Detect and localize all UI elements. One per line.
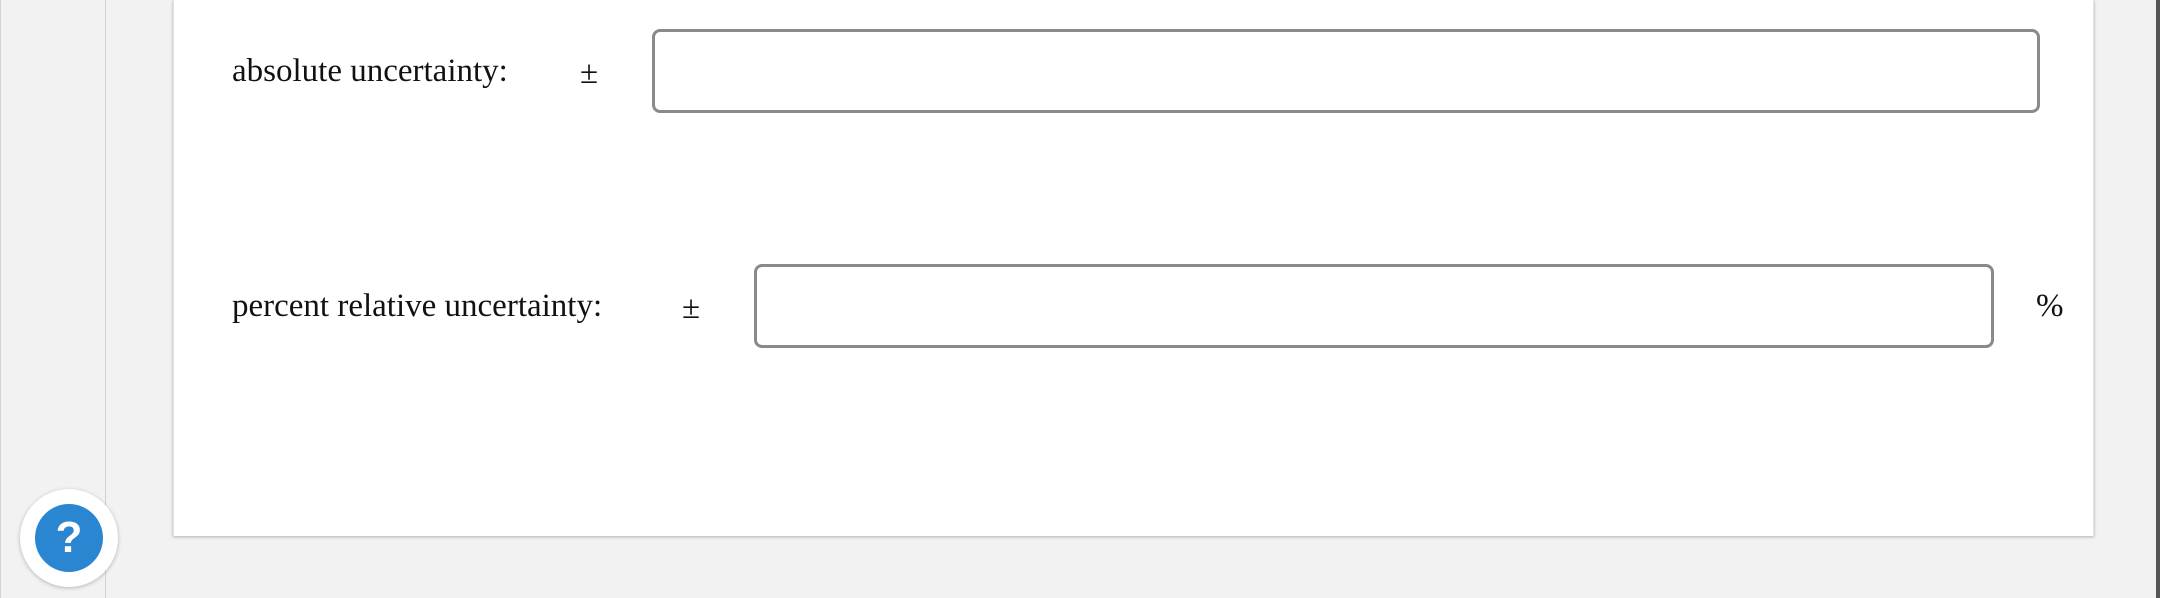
percent-uncertainty-input[interactable] bbox=[754, 264, 1994, 348]
percent-uncertainty-label: percent relative uncertainty: bbox=[232, 288, 603, 324]
absolute-uncertainty-label: absolute uncertainty: bbox=[232, 53, 508, 89]
percent-unit: % bbox=[2036, 288, 2064, 324]
absolute-uncertainty-row: absolute uncertainty: ± bbox=[174, 29, 2093, 113]
percent-uncertainty-row: percent relative uncertainty: ± % bbox=[174, 264, 2093, 348]
plus-minus-sign: ± bbox=[580, 55, 599, 91]
absolute-uncertainty-input[interactable] bbox=[652, 29, 2040, 113]
help-icon[interactable]: ? bbox=[35, 504, 103, 572]
question-card: absolute uncertainty: ± percent relative… bbox=[173, 0, 2094, 536]
plus-minus-sign: ± bbox=[682, 290, 701, 326]
page: absolute uncertainty: ± percent relative… bbox=[0, 0, 2160, 598]
help-button[interactable]: ? bbox=[20, 489, 118, 587]
scrollbar-edge[interactable] bbox=[2156, 0, 2160, 598]
